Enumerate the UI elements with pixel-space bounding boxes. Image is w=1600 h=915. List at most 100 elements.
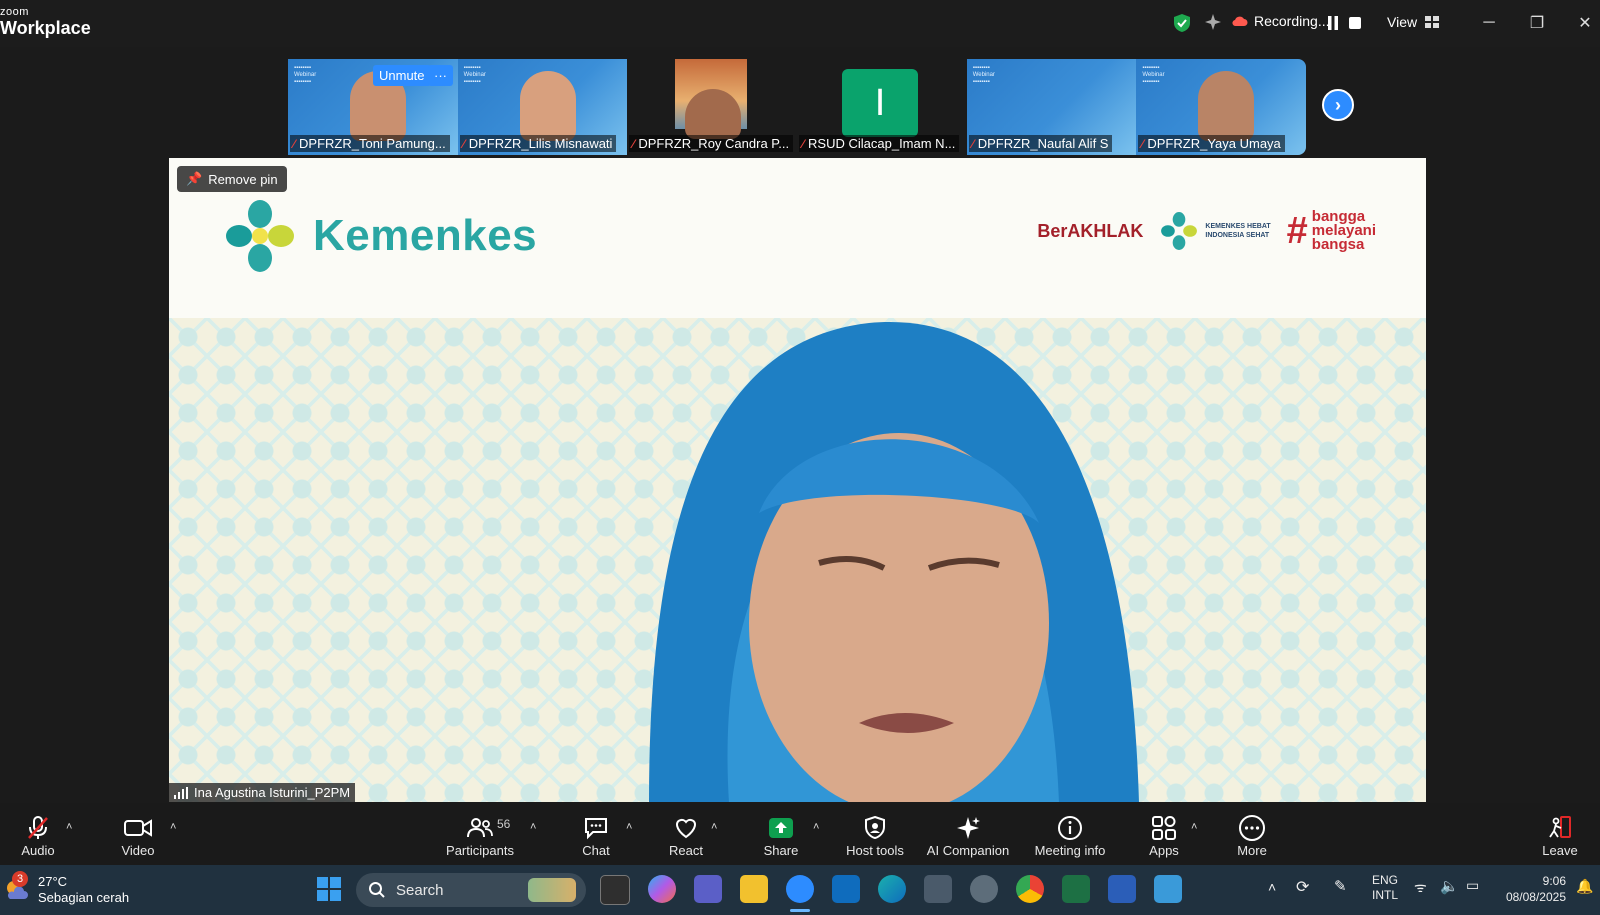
stop-recording-button[interactable] bbox=[1349, 17, 1361, 29]
unmute-button[interactable]: Unmute bbox=[373, 65, 431, 86]
next-page-arrow-icon[interactable]: › bbox=[1322, 89, 1354, 121]
excel-icon[interactable] bbox=[1062, 875, 1090, 903]
chat-label: Chat bbox=[582, 843, 610, 858]
chat-options-chevron-icon[interactable]: ˄ bbox=[626, 821, 632, 833]
participant-avatar: I bbox=[842, 69, 919, 137]
weather-temp: 27°C bbox=[38, 874, 68, 889]
host-tools-button[interactable]: Host tools bbox=[840, 803, 910, 865]
meeting-info-label: Meeting info bbox=[1034, 843, 1106, 858]
participant-tile[interactable]: ▪▪▪▪▪▪▪▪ Webinar ▪▪▪▪▪▪▪▪ ⁄ DPFRZR_Naufal … bbox=[966, 59, 1137, 155]
outlook-icon[interactable] bbox=[832, 875, 860, 903]
pen-tablet-icon[interactable]: ✎ bbox=[1334, 877, 1347, 895]
calculator-icon[interactable] bbox=[924, 875, 952, 903]
participants-label: Participants bbox=[446, 843, 514, 858]
close-icon[interactable]: ✕ bbox=[1572, 10, 1598, 36]
participants-options-chevron-icon[interactable]: ˄ bbox=[530, 821, 536, 833]
lang-line2: INTL bbox=[1372, 888, 1399, 902]
slide-thumbnail: ▪▪▪▪▪▪▪▪ Webinar ▪▪▪▪▪▪▪▪ bbox=[972, 65, 995, 85]
participant-name: ⁄ RSUD Cilacap_Imam N... bbox=[799, 135, 960, 152]
video-button[interactable]: Video bbox=[116, 803, 160, 865]
share-options-chevron-icon[interactable]: ˄ bbox=[813, 821, 819, 833]
mic-muted-icon bbox=[28, 816, 48, 839]
audio-label: Audio bbox=[21, 843, 55, 858]
pause-recording-button[interactable] bbox=[1325, 14, 1341, 32]
chat-button[interactable]: Chat bbox=[576, 803, 616, 865]
participants-button[interactable]: Participants bbox=[440, 803, 520, 865]
language-indicator[interactable]: ENG INTL bbox=[1372, 873, 1398, 903]
video-options-chevron-icon[interactable]: ˄ bbox=[170, 821, 176, 833]
clock-time: 9:06 bbox=[1542, 874, 1566, 888]
notepad-icon[interactable] bbox=[1154, 875, 1182, 903]
kemenkes-emblem-icon bbox=[226, 200, 294, 272]
share-button[interactable]: Share bbox=[761, 803, 801, 865]
meeting-info-button[interactable]: Meeting info bbox=[1028, 803, 1112, 865]
file-explorer-icon[interactable] bbox=[740, 875, 768, 903]
slide-thumbnail: ▪▪▪▪▪▪▪▪ Webinar ▪▪▪▪▪▪▪▪ bbox=[1142, 65, 1165, 85]
more-button[interactable]: More bbox=[1232, 803, 1272, 865]
mic-muted-icon: ⁄ bbox=[632, 136, 635, 151]
taskbar-search[interactable]: Search bbox=[356, 873, 586, 907]
weather-desc: Sebagian cerah bbox=[38, 890, 130, 905]
teams-icon[interactable] bbox=[694, 875, 722, 903]
participant-tile[interactable]: ▪▪▪▪▪▪▪▪ Webinar ▪▪▪▪▪▪▪▪ ⁄ DPFRZR_Lilis M… bbox=[457, 59, 628, 155]
slide-thumbnail: ▪▪▪▪▪▪▪▪ Webinar ▪▪▪▪▪▪▪▪ bbox=[463, 65, 486, 85]
security-shield-icon[interactable] bbox=[1173, 13, 1191, 33]
edge-icon[interactable] bbox=[878, 875, 906, 903]
minimize-icon[interactable]: ─ bbox=[1476, 10, 1502, 36]
slide-thumbnail: ▪▪▪▪▪▪▪▪ Webinar ▪▪▪▪▪▪▪▪ bbox=[294, 65, 317, 85]
ai-companion-button[interactable]: AI Companion bbox=[922, 803, 1014, 865]
more-icon bbox=[1239, 815, 1265, 841]
recording-label: Recording... bbox=[1254, 13, 1330, 29]
zoom-logo: zoom Workplace bbox=[0, 7, 91, 38]
clock[interactable]: 9:06 08/08/2025 bbox=[1500, 873, 1566, 905]
signal-strength-icon bbox=[174, 786, 188, 799]
apps-options-chevron-icon[interactable]: ˄ bbox=[1191, 821, 1197, 833]
participant-name: ⁄ DPFRZR_Naufal Alif S bbox=[968, 135, 1113, 152]
participant-tile[interactable]: ▪▪▪▪▪▪▪▪ Webinar ▪▪▪▪▪▪▪▪ ⁄ DPFRZR_Yaya Um… bbox=[1136, 59, 1307, 155]
sync-icon[interactable]: ⟳ bbox=[1296, 877, 1309, 897]
react-button[interactable]: React bbox=[666, 803, 706, 865]
participant-name-text: DPFRZR_Lilis Misnawati bbox=[468, 136, 613, 151]
remove-pin-button[interactable]: 📌 Remove pin bbox=[177, 166, 287, 192]
notification-bell-icon[interactable]: 🔔 bbox=[1576, 878, 1593, 895]
view-button[interactable]: View bbox=[1387, 14, 1440, 30]
grid-view-icon bbox=[1425, 16, 1440, 28]
task-view-icon[interactable] bbox=[600, 875, 630, 905]
apps-button[interactable]: Apps bbox=[1144, 803, 1184, 865]
windows-start-icon[interactable] bbox=[315, 875, 343, 903]
restore-icon[interactable]: ❐ bbox=[1524, 10, 1550, 36]
camera-icon bbox=[124, 819, 152, 837]
copilot-icon[interactable] bbox=[648, 875, 676, 903]
chrome-icon[interactable] bbox=[1016, 875, 1044, 903]
ai-sparkle-icon[interactable] bbox=[1204, 13, 1222, 31]
audio-options-chevron-icon[interactable]: ˄ bbox=[66, 821, 72, 833]
react-label: React bbox=[669, 843, 703, 858]
participant-name-text: DPFRZR_Roy Candra P... bbox=[638, 136, 790, 151]
wifi-icon[interactable]: ᯤ bbox=[1414, 878, 1427, 897]
participant-tile[interactable]: ▪▪▪▪▪▪▪▪ Webinar ▪▪▪▪▪▪▪▪ Unmute ··· ⁄ DPF… bbox=[288, 59, 458, 155]
react-options-chevron-icon[interactable]: ˄ bbox=[711, 821, 717, 833]
kemenkes-hebat-line1: KEMENKES HEBAT bbox=[1205, 223, 1271, 230]
tile-more-button[interactable]: ··· bbox=[428, 65, 453, 86]
apps-label: Apps bbox=[1149, 843, 1179, 858]
participant-tile[interactable]: I ⁄ RSUD Cilacap_Imam N... bbox=[797, 59, 967, 155]
participant-name: ⁄ DPFRZR_Lilis Misnawati bbox=[459, 135, 617, 152]
info-icon bbox=[1058, 816, 1082, 840]
meeting-toolbar: Audio ˄ Video ˄ Participants 56 ˄ Chat ˄… bbox=[0, 803, 1600, 865]
zoom-app-icon[interactable] bbox=[786, 875, 814, 903]
lang-line1: ENG bbox=[1372, 873, 1399, 887]
battery-icon[interactable]: ▭ bbox=[1466, 877, 1479, 894]
settings-gear-icon[interactable] bbox=[970, 875, 998, 903]
word-icon[interactable] bbox=[1108, 875, 1136, 903]
pinned-video: 📌 Remove pin Kemenkes BerAKHLAK KEMENKES… bbox=[169, 158, 1426, 802]
participant-name: ⁄ DPFRZR_Toni Pamung... bbox=[290, 135, 450, 152]
search-highlight-image bbox=[528, 878, 576, 902]
participant-tile[interactable]: ⁄ DPFRZR_Roy Candra P... bbox=[627, 59, 798, 155]
show-hidden-icons-chevron-icon[interactable]: ˄ bbox=[1268, 879, 1276, 895]
leave-icon bbox=[1549, 816, 1571, 838]
kemenkes-logo: Kemenkes bbox=[225, 198, 537, 274]
participant-face bbox=[685, 89, 742, 139]
audio-button[interactable]: Audio bbox=[18, 803, 58, 865]
leave-button[interactable]: Leave bbox=[1540, 803, 1580, 865]
volume-icon[interactable]: 🔈 bbox=[1440, 877, 1459, 895]
